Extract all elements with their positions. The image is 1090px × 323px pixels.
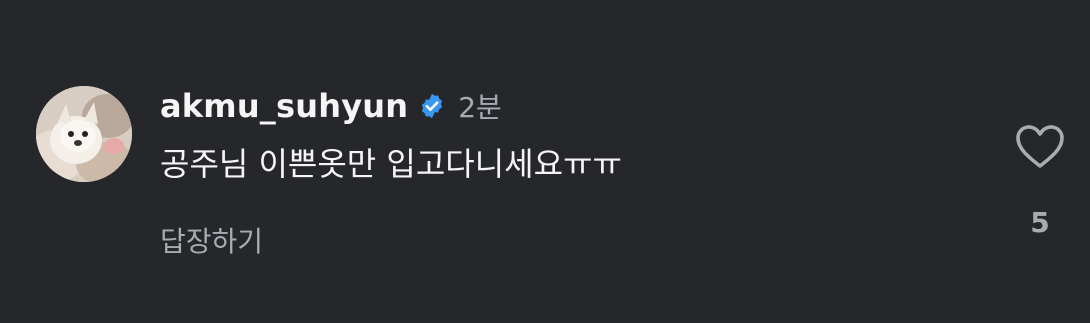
comment-body: akmu_suhyun 2분 공주님 이쁜옷만 입고다니세요ㅠㅠ 답장하기	[160, 84, 980, 260]
comment-text: 공주님 이쁜옷만 입고다니세요ㅠㅠ	[160, 145, 622, 183]
verified-badge-icon	[418, 92, 446, 120]
timestamp: 2분	[458, 91, 502, 124]
like-count: 5	[1030, 206, 1050, 239]
reply-button[interactable]: 답장하기	[160, 220, 263, 260]
heart-outline-icon[interactable]	[1015, 124, 1065, 170]
like-section: 5	[1012, 124, 1068, 240]
avatar-image	[36, 86, 132, 182]
comment-header: akmu_suhyun 2분	[160, 84, 980, 128]
avatar[interactable]	[36, 86, 132, 182]
username[interactable]: akmu_suhyun	[160, 87, 408, 125]
comment-item: akmu_suhyun 2분 공주님 이쁜옷만 입고다니세요ㅠㅠ 답장하기 5	[0, 0, 1090, 323]
